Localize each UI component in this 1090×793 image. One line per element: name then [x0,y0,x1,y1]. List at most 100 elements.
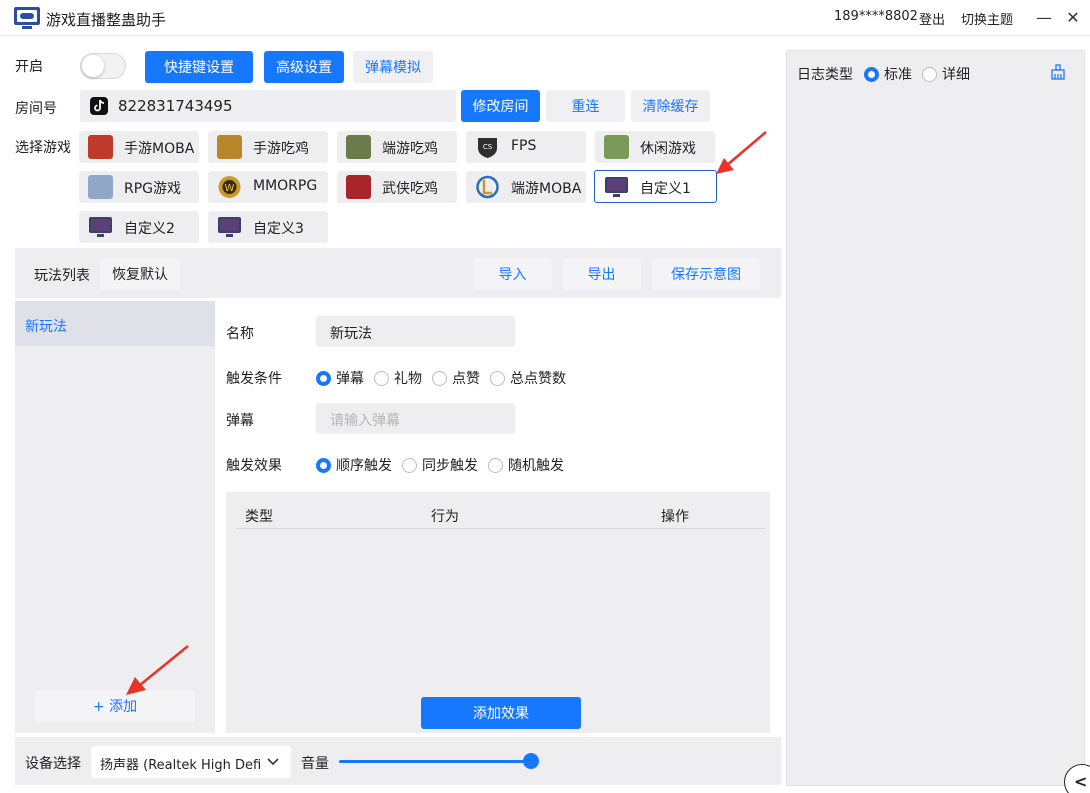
device-select[interactable]: 扬声器 (Realtek High Definit [91,746,291,778]
radio-unchecked-icon [432,370,447,386]
save-diagram-button[interactable]: 保存示意图 [652,258,760,290]
cs-shield-icon: CS [478,138,497,158]
radio-checked-icon [864,66,879,82]
log-option-detailed[interactable]: 详细 [922,64,970,84]
export-button[interactable]: 导出 [562,258,641,290]
advanced-settings-button[interactable]: 高级设置 [264,51,344,83]
playlist-title: 玩法列表 [34,268,90,284]
radio-unchecked-icon [402,457,417,473]
close-icon[interactable]: ✕ [1059,4,1087,32]
effect-label: 触发效果 [226,458,282,474]
radio-checked-icon [316,457,331,473]
game-chip-mobile-moba[interactable]: 手游MOBA [79,131,199,163]
radio-label: 随机触发 [508,458,564,474]
radio-unchecked-icon [922,66,937,82]
danmaku-input-placeholder: 请输入弹幕 [330,413,400,429]
danmaku-simulate-button[interactable]: 弹幕模拟 [353,51,433,83]
game-chip-label: 自定义1 [640,181,691,197]
radio-label: 同步触发 [422,458,478,474]
game-chip-mobile-pubg[interactable]: 手游吃鸡 [208,131,328,163]
game-chip-pc-moba[interactable]: 端游MOBA [466,171,586,203]
enable-toggle[interactable] [80,53,126,79]
game-chip-label: 武侠吃鸡 [382,181,438,197]
casual-game-icon [604,135,629,159]
room-number-field[interactable]: 822831743495 [80,90,456,122]
game-chip-custom-2[interactable]: 自定义2 [79,211,199,243]
game-chip-mmorpg[interactable]: W MMORPG [208,171,328,203]
game-chip-custom-3[interactable]: 自定义3 [208,211,328,243]
import-button[interactable]: 导入 [473,258,552,290]
radio-label: 标准 [884,67,912,83]
trigger-option-like[interactable]: 点赞 [432,368,480,388]
game-chip-casual[interactable]: 休闲游戏 [595,131,715,163]
arrow-annotation-icon [716,131,767,174]
svg-text:W: W [225,183,235,194]
moba-hero-icon [88,135,113,159]
game-chip-custom-1[interactable]: 自定义1 [594,170,717,203]
clear-log-broom-icon[interactable] [1050,64,1066,80]
mobile-pubg-icon [217,135,242,159]
volume-slider-track[interactable] [339,760,532,763]
game-chip-label: 休闲游戏 [640,141,696,157]
title-bar: 游戏直播整蛊助手 189****8802 登出 切换主题 — ✕ [0,0,1090,36]
table-divider [236,528,766,529]
chevron-down-icon [267,758,279,766]
radio-label: 详细 [942,67,970,83]
custom-monitor-icon [218,217,241,237]
radio-label: 顺序触发 [336,458,392,474]
trigger-option-danmaku[interactable]: 弹幕 [316,368,364,388]
lol-logo-icon [476,175,499,199]
log-option-standard[interactable]: 标准 [864,64,912,84]
arrow-annotation-icon [126,645,189,695]
chevron-left-icon: < [1074,772,1088,791]
game-chip-label: 端游MOBA [511,181,582,197]
clear-cache-button[interactable]: 清除缓存 [631,90,710,122]
game-chip-wuxia[interactable]: 武侠吃鸡 [337,171,457,203]
radio-label: 弹幕 [336,371,364,387]
modify-room-button[interactable]: 修改房间 [461,90,540,122]
radio-unchecked-icon [374,370,389,386]
select-game-label: 选择游戏 [15,140,71,156]
game-chip-label: 自定义3 [253,221,304,237]
custom-monitor-icon [89,217,112,237]
effect-table: 类型 行为 操作 添加效果 [226,492,770,733]
trigger-option-gift[interactable]: 礼物 [374,368,422,388]
danmaku-input[interactable]: 请输入弹幕 [316,403,515,434]
trigger-radio-group: 弹幕 礼物 点赞 总点赞数 [316,368,576,388]
playlist-header: 玩法列表 恢复默认 导入 导出 保存示意图 [15,248,781,298]
pubg-helmet-icon [346,135,371,159]
effect-radio-group: 顺序触发 同步触发 随机触发 [316,455,574,475]
trigger-option-total-likes[interactable]: 总点赞数 [490,368,566,388]
game-chip-rpg[interactable]: RPG游戏 [79,171,199,203]
custom-monitor-icon [605,177,628,197]
add-effect-button[interactable]: 添加效果 [421,697,581,729]
user-phone: 189****8802 [834,9,918,24]
game-chip-pc-pubg[interactable]: 端游吃鸡 [337,131,457,163]
effect-option-sync[interactable]: 同步触发 [402,455,478,475]
room-number-text: 822831743495 [118,97,233,115]
log-panel: 日志类型 标准 详细 [786,50,1085,786]
device-bar: 设备选择 扬声器 (Realtek High Definit 音量 [15,737,781,785]
minimize-icon[interactable]: — [1030,4,1058,32]
list-item[interactable]: 新玩法 [15,301,215,346]
radio-unchecked-icon [490,370,505,386]
hotkey-settings-button[interactable]: 快捷键设置 [145,51,253,83]
volume-slider-handle[interactable] [523,753,539,769]
logout-button[interactable]: 登出 [919,9,945,28]
switch-theme-button[interactable]: 切换主题 [961,9,1013,28]
name-input[interactable]: 新玩法 [316,316,515,347]
effect-option-sequential[interactable]: 顺序触发 [316,455,392,475]
restore-default-button[interactable]: 恢复默认 [100,258,180,290]
trigger-label: 触发条件 [226,371,282,387]
reconnect-button[interactable]: 重连 [546,90,625,122]
radio-label: 总点赞数 [510,371,566,387]
app-title: 游戏直播整蛊助手 [46,11,167,29]
game-chip-fps[interactable]: CS FPS [466,131,586,163]
effect-option-random[interactable]: 随机触发 [488,455,564,475]
table-header-operation: 操作 [661,509,689,525]
enable-label: 开启 [15,59,43,75]
rpg-character-icon [88,175,113,199]
game-chip-label: FPS [511,138,537,154]
wow-logo-icon: W [218,176,241,198]
game-chip-label: MMORPG [253,178,318,194]
